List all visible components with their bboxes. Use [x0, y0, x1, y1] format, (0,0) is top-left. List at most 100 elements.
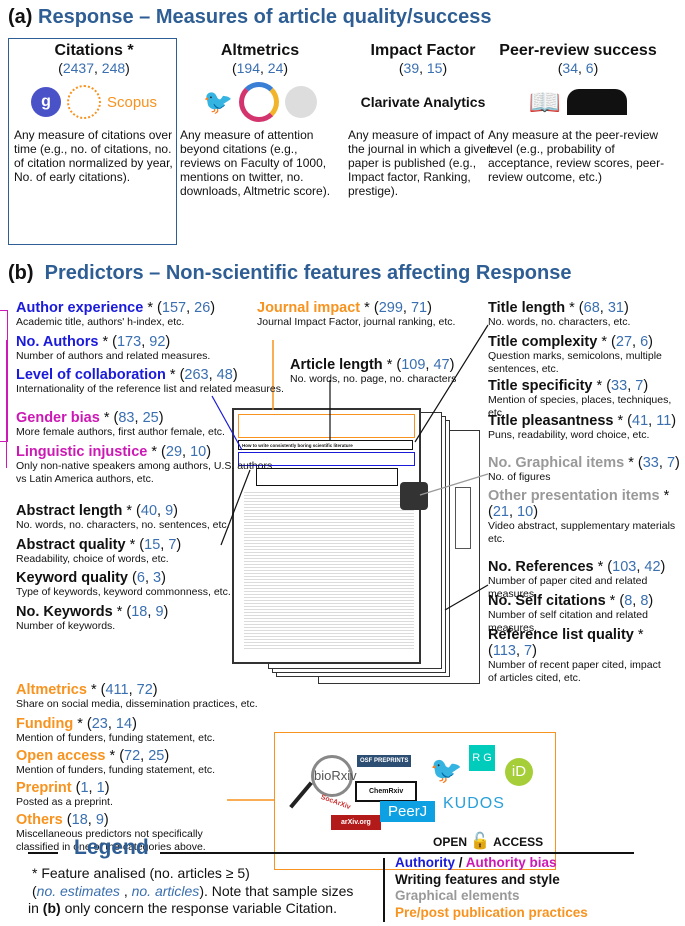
predictor-name: Abstract length	[16, 503, 123, 519]
estimates: 68	[583, 300, 600, 316]
analysed-star: *	[386, 357, 393, 373]
articles: 42	[644, 559, 661, 575]
estimates: 41	[632, 413, 649, 429]
predictor-title: Abstract length * (40, 9)	[16, 503, 179, 519]
articles: 72	[136, 682, 153, 698]
peerj-logo: PeerJ	[380, 801, 436, 822]
articles: 26	[194, 300, 211, 316]
researchgate-logo: R G	[469, 745, 495, 771]
predictor-name: Altmetrics	[16, 682, 87, 698]
estimates: 18	[71, 812, 88, 828]
legend-writing: Writing features and style	[395, 871, 560, 887]
references-connector	[444, 584, 489, 611]
predictor-no-authors: No. Authors * (173, 92) Number of author…	[16, 334, 316, 363]
predictor-altmetrics: Altmetrics * (411, 72) Share on social m…	[16, 682, 316, 711]
predictor-name: No. Keywords	[16, 604, 113, 620]
analysed-star: *	[609, 593, 616, 609]
analysed-star: *	[109, 748, 116, 764]
legend-rule-right	[160, 852, 634, 854]
predictor-title: No. Self citations * (8, 8)	[488, 593, 654, 609]
analysed-star: *	[151, 444, 158, 460]
graphical-connector	[419, 473, 489, 496]
predictor-title: Journal impact * (299, 71)	[257, 300, 432, 316]
orcid-logo: iD	[505, 758, 533, 786]
estimates: 29	[165, 444, 183, 460]
legend-rule-left	[28, 852, 58, 854]
predictor-name: No. Self citations	[488, 593, 606, 609]
predictor-title: Article length * (109, 47)	[290, 357, 455, 373]
estimates: 40	[140, 503, 158, 519]
predictor-title: Funding * (23, 14)	[16, 716, 137, 732]
predictor-description: Mention of funders, funding statement, e…	[16, 732, 216, 744]
articles: 11	[656, 413, 672, 429]
predictor-reference-list-quality: Reference list quality * (113, 7) Number…	[488, 627, 668, 685]
predictor-name: Gender bias	[16, 410, 100, 426]
legend-practices: Pre/post publication practices	[395, 904, 588, 920]
open-text: OPEN	[433, 835, 468, 849]
articles: 48	[216, 367, 233, 383]
estimates: 103	[612, 559, 637, 575]
articles: 7	[524, 643, 533, 659]
estimates: 6	[136, 570, 145, 586]
predictor-description: Number of recent paper cited, impact of …	[488, 659, 661, 684]
figure: (a) Response – Measures of article quali…	[0, 0, 685, 926]
legend-scope-bold: (b)	[42, 900, 61, 916]
legend-title: Legend	[74, 836, 149, 859]
predictor-name: No. References	[488, 559, 594, 575]
predictor-name: Author experience	[16, 300, 144, 316]
predictor-name: Other presentation items	[488, 488, 660, 504]
predictor-title: Altmetrics * (411, 72)	[16, 682, 158, 698]
predictor-title: Preprint (1, 1)	[16, 780, 110, 796]
open-lock-icon: 🔓	[470, 833, 491, 850]
osf-preprints-logo: OSF PREPRINTS	[357, 755, 412, 767]
estimates: 299	[378, 300, 403, 316]
estimates: 15	[144, 537, 161, 553]
legend-notes: * Feature analised (no. articles ≥ 5) (n…	[28, 865, 353, 918]
articles: 9	[165, 503, 174, 519]
analysed-star: *	[126, 503, 133, 519]
predictor-no-keywords: No. Keywords * (18, 9) Number of keyword…	[16, 604, 316, 633]
legend-authority-bias: Authority bias	[465, 855, 557, 870]
articles: 9	[95, 812, 104, 828]
estimates: 411	[105, 682, 129, 698]
predictor-article-length: Article length * (109, 47) No. words, no…	[290, 357, 490, 386]
predictor-title-complexity: Title complexity * (27, 6) Question mark…	[488, 334, 678, 376]
estimates: 1	[80, 780, 89, 796]
predictor-description: No. of figures	[488, 471, 551, 483]
chemrxiv-logo: ChemRxiv	[355, 781, 418, 802]
predictor-funding: Funding * (23, 14) Mention of funders, f…	[16, 716, 316, 745]
biorxiv-logo: bioRxiv	[311, 755, 357, 797]
legend-scope-note: in (b) only concern the response variabl…	[28, 900, 353, 918]
predictor-title: Title length * (68, 31)	[488, 300, 629, 316]
articles: 6	[640, 334, 649, 350]
analysed-star: *	[169, 367, 176, 383]
analysed-star: *	[597, 559, 604, 575]
legend-scope-rest: only concern the response variable Citat…	[60, 900, 337, 916]
estimates: 8	[624, 593, 633, 609]
articles: 14	[115, 716, 133, 732]
predictor-description: Mention of funders, funding statement, e…	[16, 764, 216, 776]
predictor-description: Video abstract, supplementary materials …	[488, 520, 676, 545]
articles: 25	[142, 410, 159, 426]
articles: 31	[607, 300, 624, 316]
predictor-description: Type of keywords, keyword commonness, et…	[16, 586, 231, 598]
predictor-description: No. words, no. characters, no. sentences…	[16, 519, 230, 531]
articles: 92	[149, 334, 166, 350]
legend-no-articles: no. articles	[131, 882, 200, 899]
estimates: 33	[611, 378, 628, 394]
estimates: 33	[642, 455, 659, 471]
articles: 47	[433, 357, 450, 373]
articles: 25	[148, 748, 165, 764]
predictor-name: Title length	[488, 300, 566, 316]
articles: 9	[155, 604, 164, 620]
analysed-star: *	[569, 300, 575, 316]
analysed-star: *	[637, 627, 644, 643]
predictor-other-presentation-items: Other presentation items * (21, 10) Vide…	[488, 488, 678, 546]
analysed-star: *	[77, 716, 83, 732]
practices-logos-box: bioRxiv OSF PREPRINTS ChemRxiv SocArXiv …	[274, 732, 556, 870]
predictor-name: Title pleasantness	[488, 413, 614, 429]
articles: 7	[635, 378, 644, 394]
predictor-description: Puns, readability, word choice, etc.	[488, 429, 650, 441]
predictor-linguistic-injustice: Linguistic injustice * (29, 10) Only non…	[16, 444, 276, 486]
predictor-description: No. words, no. characters, etc.	[488, 316, 631, 328]
